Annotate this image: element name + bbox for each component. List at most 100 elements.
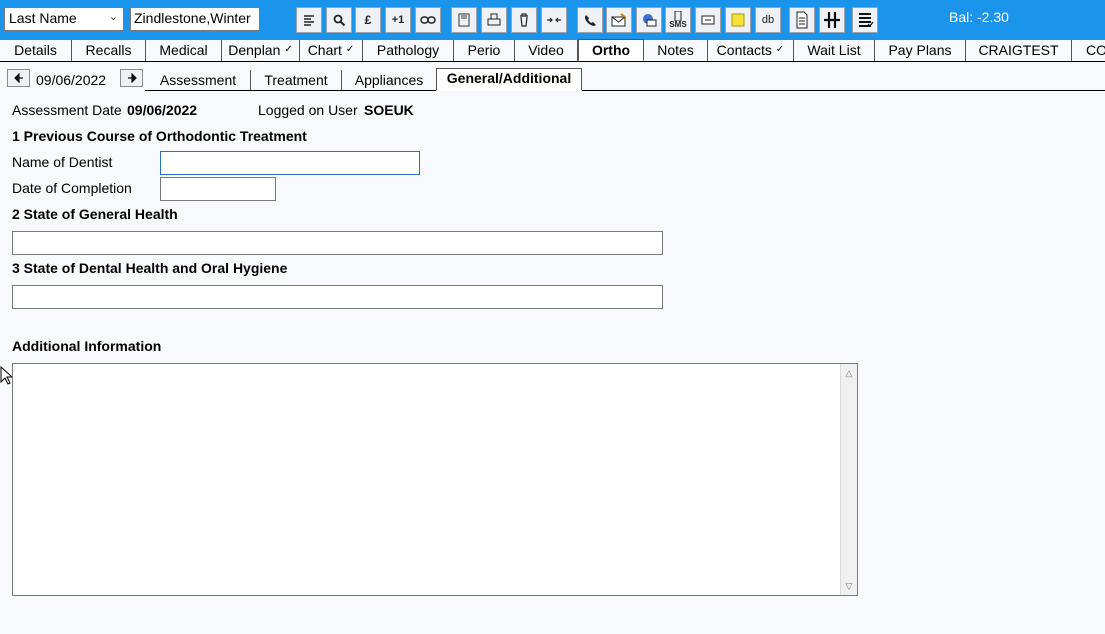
document-button[interactable] <box>789 7 815 33</box>
pound-button[interactable]: £ <box>355 7 381 33</box>
subtab-assessment-label: Assessment <box>159 72 237 88</box>
general-health-input[interactable] <box>12 231 663 255</box>
tab-co[interactable]: CO <box>1072 40 1105 61</box>
subtab-treatment[interactable]: Treatment <box>251 70 342 90</box>
arrow-right-icon <box>127 73 137 83</box>
tab-perio-label: Perio <box>467 42 501 58</box>
tab-wait-list[interactable]: Wait List <box>794 40 875 61</box>
section-general-health-heading: 2 State of General Health <box>12 206 178 222</box>
assessment-date-selector: 09/06/2022 <box>36 72 107 88</box>
merge-button[interactable] <box>541 7 567 33</box>
document-icon <box>796 11 808 29</box>
tab-notes-label: Notes <box>657 42 694 58</box>
assessment-date-value: 09/06/2022 <box>127 102 198 118</box>
name-of-dentist-input[interactable] <box>160 151 420 175</box>
tab-craigtest[interactable]: CRAIGTEST <box>966 40 1072 61</box>
checklist-button[interactable] <box>852 7 878 33</box>
next-date-button[interactable] <box>120 69 143 87</box>
print-button[interactable] <box>481 7 507 33</box>
date-of-completion-input[interactable] <box>160 177 276 201</box>
tab-denplan-label: Denplan <box>228 42 281 58</box>
tab-pay-plans-label: Pay Plans <box>888 42 952 58</box>
section-previous-treatment-heading: 1 Previous Course of Orthodontic Treatme… <box>12 128 307 144</box>
main-tab-bar: Details Recalls Medical Denplan ✓ Chart ✓ … <box>0 39 1105 62</box>
link-icon <box>420 16 436 24</box>
tab-details-label: Details <box>14 42 57 58</box>
additional-information-textarea[interactable]: △ ▽ <box>12 363 858 596</box>
assessment-date-label: Assessment Date <box>12 102 122 118</box>
message-icon <box>701 15 715 25</box>
tab-recalls-label: Recalls <box>85 42 132 58</box>
trash-icon <box>520 13 528 27</box>
message-button[interactable] <box>695 7 721 33</box>
delete-button[interactable] <box>511 7 537 33</box>
tab-medical-label: Medical <box>159 42 208 58</box>
database-icon: db <box>761 14 775 26</box>
pound-icon: £ <box>364 13 372 27</box>
tab-video[interactable]: Video <box>515 40 578 61</box>
additional-information-text <box>13 364 857 367</box>
phone-button[interactable] <box>577 7 603 33</box>
tab-pay-plans[interactable]: Pay Plans <box>875 40 966 61</box>
checkmark-icon: ✓ <box>284 44 293 55</box>
tab-co-label: CO <box>1086 42 1105 58</box>
mouse-cursor-icon <box>0 366 12 385</box>
grid-button[interactable] <box>819 7 845 33</box>
top-toolbar: Last Name ⌄ Zindlestone,Winter £ +1 SMS <box>0 0 1105 40</box>
tab-contacts[interactable]: Contacts ✓ <box>708 40 794 61</box>
previous-date-button[interactable] <box>7 69 30 87</box>
plus-one-icon: +1 <box>391 14 405 26</box>
tab-denplan[interactable]: Denplan ✓ <box>222 40 300 61</box>
save-icon <box>458 13 470 27</box>
subtab-assessment[interactable]: Assessment <box>146 70 251 90</box>
plus-one-button[interactable]: +1 <box>385 7 411 33</box>
tab-recalls[interactable]: Recalls <box>72 40 146 61</box>
subtab-general-additional-label: General/Additional <box>446 70 572 86</box>
tab-chart-label: Chart <box>307 42 342 58</box>
tab-chart[interactable]: Chart ✓ <box>300 40 363 61</box>
checkmark-icon: ✓ <box>345 44 355 55</box>
tab-ortho-label: Ortho <box>591 42 631 58</box>
envelope-edit-icon <box>611 13 626 27</box>
tab-wait-list-label: Wait List <box>807 42 861 58</box>
subtab-baseline <box>145 90 1105 91</box>
grid-icon <box>824 12 840 28</box>
chevron-down-icon: ⌄ <box>108 11 118 23</box>
tab-pathology[interactable]: Pathology <box>363 40 454 61</box>
tab-details[interactable]: Details <box>0 40 72 61</box>
vertical-scrollbar[interactable]: △ ▽ <box>840 364 857 595</box>
logged-on-user-label: Logged on User <box>258 102 358 118</box>
balance-label: Bal: -2.30 <box>949 9 1009 25</box>
sms-button[interactable]: SMS <box>665 7 691 33</box>
letter-button[interactable] <box>606 7 632 33</box>
patient-name-input[interactable]: Zindlestone,Winter <box>130 7 260 31</box>
arrow-left-icon <box>13 73 23 83</box>
scroll-up-icon[interactable]: △ <box>841 365 857 381</box>
link-button[interactable] <box>415 7 441 33</box>
scroll-down-icon[interactable]: ▽ <box>841 578 857 594</box>
tab-perio[interactable]: Perio <box>454 40 515 61</box>
email-icon <box>643 14 657 27</box>
tab-craigtest-label: CRAIGTEST <box>978 42 1059 58</box>
dental-health-input[interactable] <box>12 285 663 309</box>
tab-ortho[interactable]: Ortho <box>578 39 644 61</box>
sticky-note-button[interactable] <box>725 7 751 33</box>
arrows-in-icon <box>547 17 561 23</box>
tab-medical[interactable]: Medical <box>146 40 222 61</box>
tab-video-label: Video <box>528 42 564 58</box>
subtab-appliances[interactable]: Appliances <box>342 70 436 90</box>
print-icon <box>487 13 501 26</box>
search-field-select[interactable]: Last Name ⌄ <box>4 7 124 31</box>
save-button[interactable] <box>451 7 477 33</box>
tab-pathology-label: Pathology <box>376 42 440 58</box>
sms-label: SMS <box>669 20 687 29</box>
email-button[interactable] <box>636 7 662 33</box>
database-button[interactable]: db <box>755 7 781 33</box>
logged-on-user-value: SOEUK <box>364 102 414 118</box>
subtab-appliances-label: Appliances <box>354 72 424 88</box>
phone-icon <box>585 15 596 26</box>
search-button[interactable] <box>326 7 352 33</box>
subtab-general-additional[interactable]: General/Additional <box>436 68 582 91</box>
tab-notes[interactable]: Notes <box>644 40 708 61</box>
list-button[interactable] <box>296 7 322 33</box>
